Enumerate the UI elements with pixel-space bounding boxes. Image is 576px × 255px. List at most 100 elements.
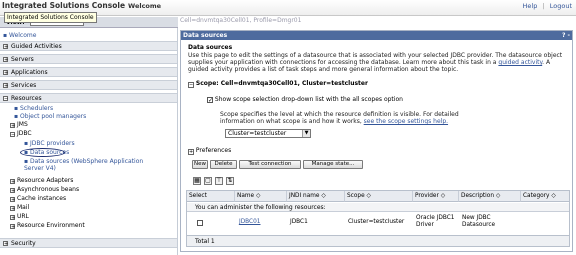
show-scope-option[interactable]: Show scope selection drop-down list with… [207, 96, 403, 103]
expand-icon: + [3, 57, 9, 63]
banner-links: Help | Logout [523, 2, 572, 10]
nav-item-cache-instances[interactable]: + Cache instances [10, 195, 67, 203]
row-jndi-name: JDBC1 [290, 219, 308, 225]
scope-label: Scope: Cell=dnvmtqa30Cell01, Cluster=tes… [195, 80, 368, 87]
nav-item-label: JDBC [17, 130, 32, 137]
column-header-provider[interactable]: Provider ◇ [413, 191, 459, 202]
row-name-link[interactable]: JDBC01 [239, 219, 260, 226]
expand-icon: + [10, 224, 16, 230]
nav-item-label: Cache instances [17, 195, 67, 202]
collapse-icon[interactable]: − [188, 82, 194, 88]
nav-category-servers[interactable]: + Servers [0, 54, 177, 64]
row-provider-line: Oracle JDBC1 [416, 215, 455, 221]
expand-icon: + [10, 123, 16, 129]
welcome-text: Welcome [128, 2, 162, 10]
nav-item-label: Mail [17, 204, 30, 211]
nav-item-label: URL [17, 213, 29, 220]
expand-icon: + [10, 206, 16, 212]
deselect-all-icon[interactable]: ▢ [204, 177, 212, 185]
show-scope-checkbox[interactable] [207, 97, 213, 103]
nav-category-label: Services [11, 82, 37, 89]
column-header-label: Provider [415, 193, 439, 199]
nav-item-label: Resource Environment [17, 222, 85, 229]
nav-category-label: Security [11, 240, 36, 247]
panel-controls[interactable]: ? - [562, 32, 570, 39]
guided-activity-link[interactable]: guided activity [498, 59, 542, 66]
nav-category-security[interactable]: + Security [0, 238, 177, 248]
sort-icon[interactable]: ⇅ [226, 177, 234, 185]
nav-item-data-sources-v4[interactable]: ▪ Data sources (WebSphere Application Se… [24, 158, 164, 172]
nav-category-guided-activities[interactable]: + Guided Activities [0, 41, 177, 51]
breadcrumb: Cell=dnvmtqa30Cell01, Profile=Dmgr01 [180, 17, 302, 24]
collapse-icon: − [10, 132, 16, 138]
expand-icon: + [10, 197, 16, 203]
expand-icon: + [10, 188, 16, 194]
nav-item-label: JMS [17, 121, 28, 128]
nav-item-object-pool-managers[interactable]: ▪ Object pool managers [14, 113, 86, 120]
highlight-ellipse [20, 148, 65, 157]
table-total: Total 1 [187, 235, 569, 246]
page-description: Use this page to edit the settings of a … [188, 52, 571, 73]
scope-settings-help-link[interactable]: see the scope settings help. [364, 118, 448, 125]
new-button[interactable]: New [192, 160, 208, 169]
column-header-select[interactable]: Select [187, 191, 235, 202]
resources-table: Select Name ◇ JNDI name ◇ Scope ◇ Provid… [186, 190, 570, 247]
nav-item-label: Resource Adapters [17, 177, 74, 184]
select-all-icon[interactable]: ▦ [193, 177, 201, 185]
nav-category-label: Applications [11, 69, 48, 76]
test-connection-button[interactable]: Test connection [239, 160, 301, 169]
nav-item-label: Object pool managers [19, 113, 87, 120]
scope-dropdown[interactable]: Cluster=testcluster ▼ [225, 129, 311, 138]
row-provider: Oracle JDBC1 Driver [416, 215, 455, 229]
preferences-label: Preferences [195, 147, 232, 154]
link-separator: | [542, 2, 545, 10]
nav-item-resource-adapters[interactable]: + Resource Adapters [10, 177, 74, 185]
column-header-label: Description [461, 193, 495, 199]
column-header-label: Scope [347, 193, 365, 199]
column-header-name[interactable]: Name ◇ [235, 191, 287, 202]
panel-header: Data sources ? - [181, 31, 572, 40]
nav-item-schedulers[interactable]: ▪ Schedulers [14, 105, 53, 112]
nav-category-label: Resources [11, 95, 42, 102]
column-header-label: Name [237, 193, 255, 199]
table-message: You can administer the following resourc… [187, 203, 569, 212]
collapse-icon: − [3, 96, 9, 102]
row-description: New JDBC Datasource [462, 215, 495, 229]
column-header-description[interactable]: Description ◇ [459, 191, 521, 202]
nav-item-url[interactable]: + URL [10, 213, 29, 221]
show-scope-label: Show scope selection drop-down list with… [214, 96, 403, 103]
logout-link[interactable]: Logout [550, 2, 572, 10]
nav-welcome-link[interactable]: ▪ Welcome [3, 32, 36, 39]
nav-item-jdbc[interactable]: − JDBC [10, 130, 32, 138]
row-provider-line: Driver [416, 222, 434, 228]
expand-icon: + [3, 44, 9, 50]
nav-item-label: Schedulers [19, 105, 54, 112]
app-title: Integrated Solutions Console [2, 1, 126, 10]
column-header-jndi-name[interactable]: JNDI name ◇ [287, 191, 345, 202]
delete-button[interactable]: Delete [210, 160, 237, 169]
manage-state-button[interactable]: Manage state... [303, 160, 363, 169]
nav-item-label: JDBC providers [29, 140, 75, 147]
nav-item-mail[interactable]: + Mail [10, 204, 30, 212]
nav-item-resource-environment[interactable]: + Resource Environment [10, 222, 85, 230]
nav-category-services[interactable]: + Services [0, 80, 177, 90]
column-header-scope[interactable]: Scope ◇ [345, 191, 413, 202]
nav-category-applications[interactable]: + Applications [0, 67, 177, 77]
nav-item-asynchronous-beans[interactable]: + Asynchronous beans [10, 186, 79, 194]
column-header-label: Category [523, 193, 550, 199]
column-header-category[interactable]: Category ◇ [521, 191, 569, 202]
expand-icon: + [10, 179, 16, 185]
nav-category-resources[interactable]: − Resources [0, 93, 177, 103]
help-link[interactable]: Help [523, 2, 538, 10]
nav-item-jms[interactable]: + JMS [10, 121, 28, 129]
expand-icon: + [3, 70, 9, 76]
nav-item-label: Data sources (WebSphere Application Serv… [24, 158, 144, 172]
scope-dropdown-value: Cluster=testcluster [228, 130, 287, 137]
filter-icon[interactable]: ⊤ [215, 177, 223, 185]
nav-item-jdbc-providers[interactable]: ▪ JDBC providers [24, 140, 75, 147]
row-description-line: Datasource [462, 222, 496, 228]
nav-category-label: Servers [11, 56, 34, 63]
navigation-tree: View: All tasks ▪ Welcome + Guided Activ… [0, 17, 178, 255]
preferences-section[interactable]: + Preferences [188, 147, 231, 155]
row-select-checkbox[interactable] [197, 220, 203, 226]
